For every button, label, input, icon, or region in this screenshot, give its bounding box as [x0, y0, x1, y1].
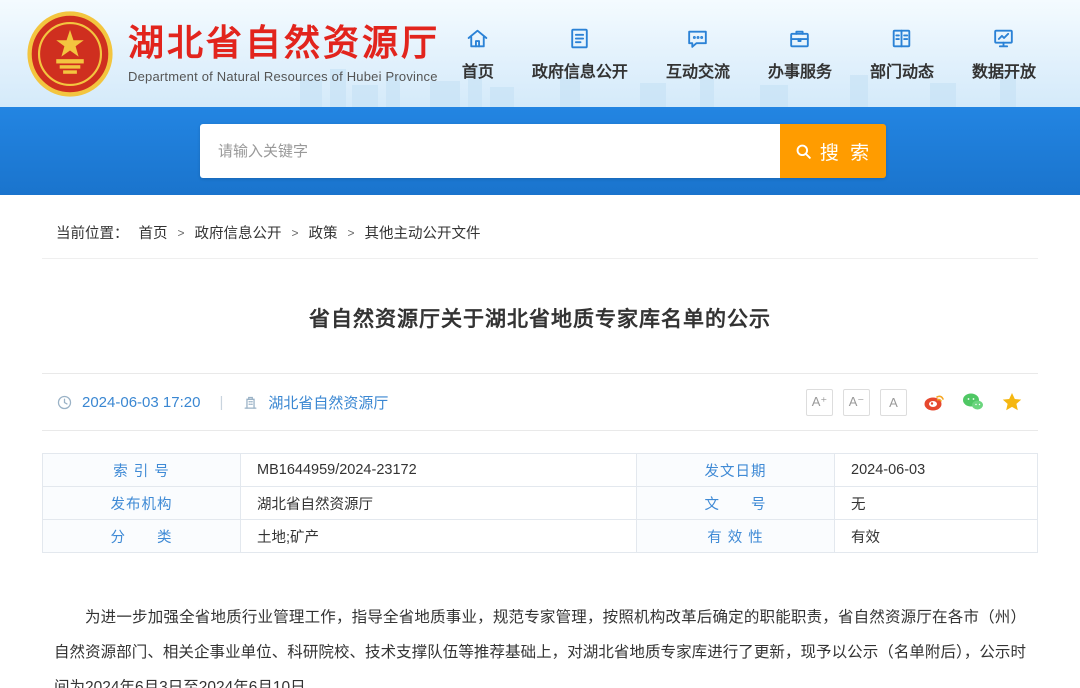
breadcrumb-item-gov-info[interactable]: 政府信息公开 [195, 222, 282, 243]
article-meta-row: 2024-06-03 17:20 | 湖北省自然资源厅 A⁺ A⁻ A [42, 373, 1038, 431]
breadcrumb: 当前位置： 首页 > 政府信息公开 > 政策 > 其他主动公开文件 [42, 195, 1038, 259]
page: 湖北省自然资源厅 Department of Natural Resources… [0, 0, 1080, 688]
info-value-index-number: MB1644959/2024-23172 [241, 454, 637, 487]
monitor-chart-icon [991, 25, 1016, 51]
nav-item-interaction[interactable]: 互动交流 [666, 25, 730, 82]
site-logo[interactable] [26, 10, 114, 98]
breadcrumb-separator: > [348, 226, 355, 240]
chat-icon [685, 25, 710, 51]
wechat-share-icon[interactable] [960, 390, 985, 415]
info-label-category: 分 类 [43, 520, 241, 553]
article-meta-left: 2024-06-03 17:20 | 湖北省自然资源厅 [56, 392, 388, 413]
site-title-block: 湖北省自然资源厅 Department of Natural Resources… [128, 23, 440, 85]
nav-label: 办事服务 [768, 58, 832, 82]
info-value-validity: 有效 [835, 520, 1038, 553]
breadcrumb-label: 当前位置： [56, 222, 129, 243]
search-button-label: 搜 索 [820, 138, 872, 165]
breadcrumb-item-home[interactable]: 首页 [139, 222, 168, 243]
briefcase-icon [787, 25, 812, 51]
search-button[interactable]: 搜 索 [780, 124, 886, 178]
search-band: 搜 索 [0, 107, 1080, 195]
article-body: 为进一步加强全省地质行业管理工作，指导全省地质事业，规范专家管理，按照机构改革后… [54, 601, 1026, 688]
main-nav: 首页 政府信息公开 互动交流 办事服务 [462, 25, 1080, 82]
breadcrumb-separator: > [292, 226, 299, 240]
breadcrumb-item-policy[interactable]: 政策 [309, 222, 338, 243]
table-row: 索 引 号 MB1644959/2024-23172 发文日期 2024-06-… [43, 454, 1038, 487]
nav-item-department-news[interactable]: 部门动态 [870, 25, 934, 82]
breadcrumb-item-other-docs[interactable]: 其他主动公开文件 [365, 222, 481, 243]
info-label-issuing-agency: 发布机构 [43, 487, 241, 520]
article-meta-right: A⁺ A⁻ A [806, 389, 1024, 416]
search-box: 搜 索 [200, 124, 886, 178]
nav-label: 首页 [462, 58, 494, 82]
site-subtitle: Department of Natural Resources of Hubei… [128, 69, 440, 84]
document-icon [567, 25, 592, 51]
table-row: 发布机构 湖北省自然资源厅 文 号 无 [43, 487, 1038, 520]
breadcrumb-separator: > [178, 226, 185, 240]
home-icon [465, 25, 490, 51]
site-header: 湖北省自然资源厅 Department of Natural Resources… [0, 0, 1080, 107]
info-value-issue-date: 2024-06-03 [835, 454, 1038, 487]
nav-item-gov-info[interactable]: 政府信息公开 [532, 25, 628, 82]
article-date: 2024-06-03 17:20 [82, 394, 200, 411]
nav-label: 部门动态 [870, 58, 934, 82]
info-value-issuing-agency: 湖北省自然资源厅 [241, 487, 637, 520]
article-title: 省自然资源厅关于湖北省地质专家库名单的公示 [42, 303, 1038, 333]
site-title: 湖北省自然资源厅 [128, 23, 440, 63]
national-emblem-icon [27, 11, 113, 97]
info-value-document-number: 无 [835, 487, 1038, 520]
document-info-table: 索 引 号 MB1644959/2024-23172 发文日期 2024-06-… [42, 453, 1038, 553]
nav-label: 数据开放 [972, 58, 1036, 82]
clock-icon [56, 394, 73, 411]
info-label-issue-date: 发文日期 [637, 454, 835, 487]
weibo-share-icon[interactable] [921, 390, 946, 415]
info-label-index-number: 索 引 号 [43, 454, 241, 487]
nav-label: 互动交流 [666, 58, 730, 82]
font-smaller-button[interactable]: A⁻ [843, 389, 870, 416]
content: 当前位置： 首页 > 政府信息公开 > 政策 > 其他主动公开文件 省自然资源厅… [0, 195, 1080, 688]
info-label-validity: 有 效 性 [637, 520, 835, 553]
font-larger-button[interactable]: A⁺ [806, 389, 833, 416]
table-row: 分 类 土地;矿产 有 效 性 有效 [43, 520, 1038, 553]
info-value-category: 土地;矿产 [241, 520, 637, 553]
search-input[interactable] [200, 124, 780, 178]
nav-item-services[interactable]: 办事服务 [768, 25, 832, 82]
meta-divider: | [219, 394, 223, 411]
nav-item-home[interactable]: 首页 [462, 25, 494, 82]
search-icon [794, 142, 813, 161]
favorite-star-icon[interactable] [999, 390, 1024, 415]
font-reset-button[interactable]: A [880, 389, 907, 416]
nav-label: 政府信息公开 [532, 58, 628, 82]
article-source: 湖北省自然资源厅 [268, 392, 388, 413]
info-label-document-number: 文 号 [637, 487, 835, 520]
building-icon [242, 394, 259, 411]
nav-item-open-data[interactable]: 数据开放 [972, 25, 1036, 82]
newspaper-icon [889, 25, 914, 51]
